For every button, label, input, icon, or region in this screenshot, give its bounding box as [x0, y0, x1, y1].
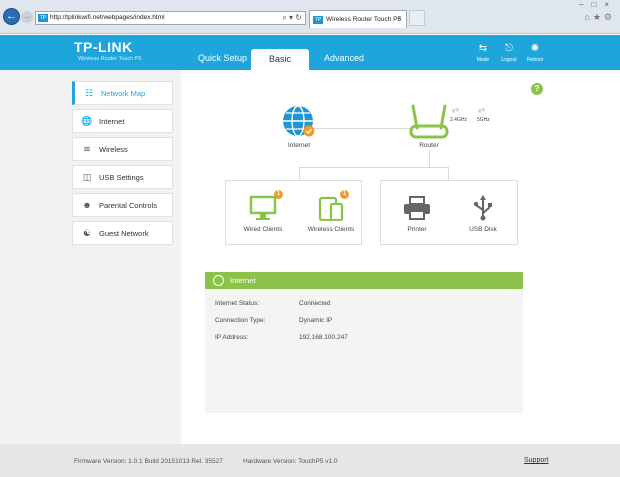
- mode-button[interactable]: ⇆ Mode: [470, 43, 496, 63]
- internet-status-value: Connected: [299, 300, 331, 307]
- url-text: http://tplinkwifi.net/webpages/index.htm…: [50, 14, 165, 21]
- printer-node[interactable]: Printer: [395, 195, 439, 233]
- wired-clients-node[interactable]: Wired Clients: [238, 195, 288, 233]
- brand-logo: TP-LINK: [74, 39, 133, 55]
- footer: Firmware Version: 1.0.1 Build 20151013 R…: [0, 444, 620, 477]
- connection-type-value: Dynamic IP: [299, 317, 333, 324]
- connector-line: [299, 167, 448, 168]
- usb-devices-box: Printer USB Disk: [380, 180, 518, 245]
- wireless-count-badge: 1: [340, 190, 349, 199]
- sidebar-item-parental-controls[interactable]: ☻ Parental Controls: [72, 193, 173, 217]
- wifi-5ghz-icon: ⥵: [478, 104, 486, 114]
- connector-line: [448, 167, 449, 180]
- wireless-icon: ≋: [83, 144, 91, 154]
- address-bar[interactable]: TP http://tplinkwifi.net/webpages/index.…: [35, 11, 306, 25]
- band-24ghz-label: 2.4GHz: [450, 117, 467, 123]
- sidebar-item-network-map[interactable]: ☷ Network Map: [72, 81, 173, 105]
- forward-arrow-icon[interactable]: →: [21, 11, 33, 23]
- parental-controls-icon: ☻: [82, 200, 92, 210]
- connection-type-key: Connection Type:: [215, 317, 266, 324]
- connector-line: [299, 167, 300, 180]
- back-arrow-icon[interactable]: ←: [3, 8, 20, 25]
- globe-icon: [283, 105, 315, 137]
- sidebar: ☷ Network Map 🌐 Internet ≋ Wireless ◫ US…: [0, 70, 181, 444]
- hardware-version: Hardware Version: TouchP5 v1.0: [243, 458, 338, 465]
- firmware-version: Firmware Version: 1.0.1 Build 20151013 R…: [74, 458, 223, 465]
- logout-icon: ⎋: [505, 43, 513, 54]
- internet-label: Internet: [287, 142, 311, 149]
- tab-basic[interactable]: Basic: [251, 49, 309, 70]
- network-map-icon: ☷: [84, 88, 94, 98]
- globe-icon: 🌐: [81, 116, 93, 126]
- reboot-button[interactable]: ✺ Reboot: [522, 43, 548, 63]
- tab-title: Wireless Router Touch P5: [326, 16, 402, 23]
- mode-icon: ⇆: [478, 43, 488, 54]
- wifi-24ghz-icon: ⥵: [452, 104, 460, 114]
- help-icon[interactable]: ?: [531, 83, 543, 95]
- internet-node[interactable]: [282, 104, 316, 140]
- panel-header: Internet: [205, 272, 523, 289]
- reboot-icon: ✺: [530, 43, 540, 54]
- sidebar-item-guest-network[interactable]: ☯ Guest Network: [72, 221, 173, 245]
- guest-network-icon: ☯: [82, 228, 92, 238]
- internet-info-panel: Internet Internet Status: Connected Conn…: [205, 272, 523, 413]
- support-link[interactable]: Support: [524, 457, 549, 464]
- browser-tools-icons[interactable]: ⌂★⚙: [584, 12, 615, 23]
- browser-tab[interactable]: TP Wireless Router Touch P5 ×: [309, 10, 407, 28]
- router-icon: [409, 104, 449, 139]
- logout-button[interactable]: ⎋ Logout: [496, 43, 522, 63]
- usb-disk-node[interactable]: USB Disk: [461, 195, 505, 233]
- address-tools-icon[interactable]: ⌕ ▾ ↻: [282, 13, 302, 23]
- internet-status-key: Internet Status:: [215, 300, 260, 307]
- monitor-icon: [249, 195, 277, 220]
- router-header: TP-LINK Wireless Router Touch P5 Quick S…: [0, 35, 620, 70]
- band-5ghz-label: 5GHz: [477, 117, 490, 123]
- favicon-icon: TP: [38, 14, 48, 22]
- tab-advanced[interactable]: Advanced: [324, 53, 364, 63]
- printer-label: Printer: [407, 226, 427, 233]
- ip-address-value: 192.168.100.247: [299, 334, 348, 341]
- devices-icon: [318, 196, 344, 222]
- new-tab-button[interactable]: [409, 10, 425, 26]
- panel-title: Internet: [230, 276, 256, 285]
- model-name: Wireless Router Touch P5: [78, 56, 142, 62]
- printer-icon: [404, 196, 430, 220]
- sidebar-item-wireless[interactable]: ≋ Wireless: [72, 137, 173, 161]
- close-tab-icon[interactable]: ×: [397, 14, 402, 23]
- sidebar-item-internet[interactable]: 🌐 Internet: [72, 109, 173, 133]
- ip-address-key: IP Address:: [215, 334, 249, 341]
- wired-clients-label: Wired Clients: [243, 226, 283, 233]
- window-controls[interactable]: –□×: [579, 0, 617, 9]
- usb-icon: [473, 195, 492, 221]
- clients-box: Wired Clients 1 Wireless Clients 1: [225, 180, 362, 245]
- tab-quick-setup[interactable]: Quick Setup: [198, 53, 247, 63]
- connector-line: [429, 150, 430, 167]
- router-label: Router: [419, 142, 439, 149]
- wireless-clients-node[interactable]: Wireless Clients: [302, 195, 360, 233]
- wired-count-badge: 1: [274, 190, 283, 199]
- router-node[interactable]: [408, 104, 450, 140]
- browser-toolbar: ← → TP http://tplinkwifi.net/webpages/in…: [0, 0, 620, 34]
- favicon-icon: TP: [313, 16, 323, 24]
- usb-disk-label: USB Disk: [469, 226, 497, 233]
- globe-icon: [213, 275, 224, 286]
- usb-icon: ◫: [82, 172, 92, 182]
- wireless-clients-label: Wireless Clients: [307, 226, 355, 233]
- connector-line: [313, 128, 411, 129]
- sidebar-item-usb-settings[interactable]: ◫ USB Settings: [72, 165, 173, 189]
